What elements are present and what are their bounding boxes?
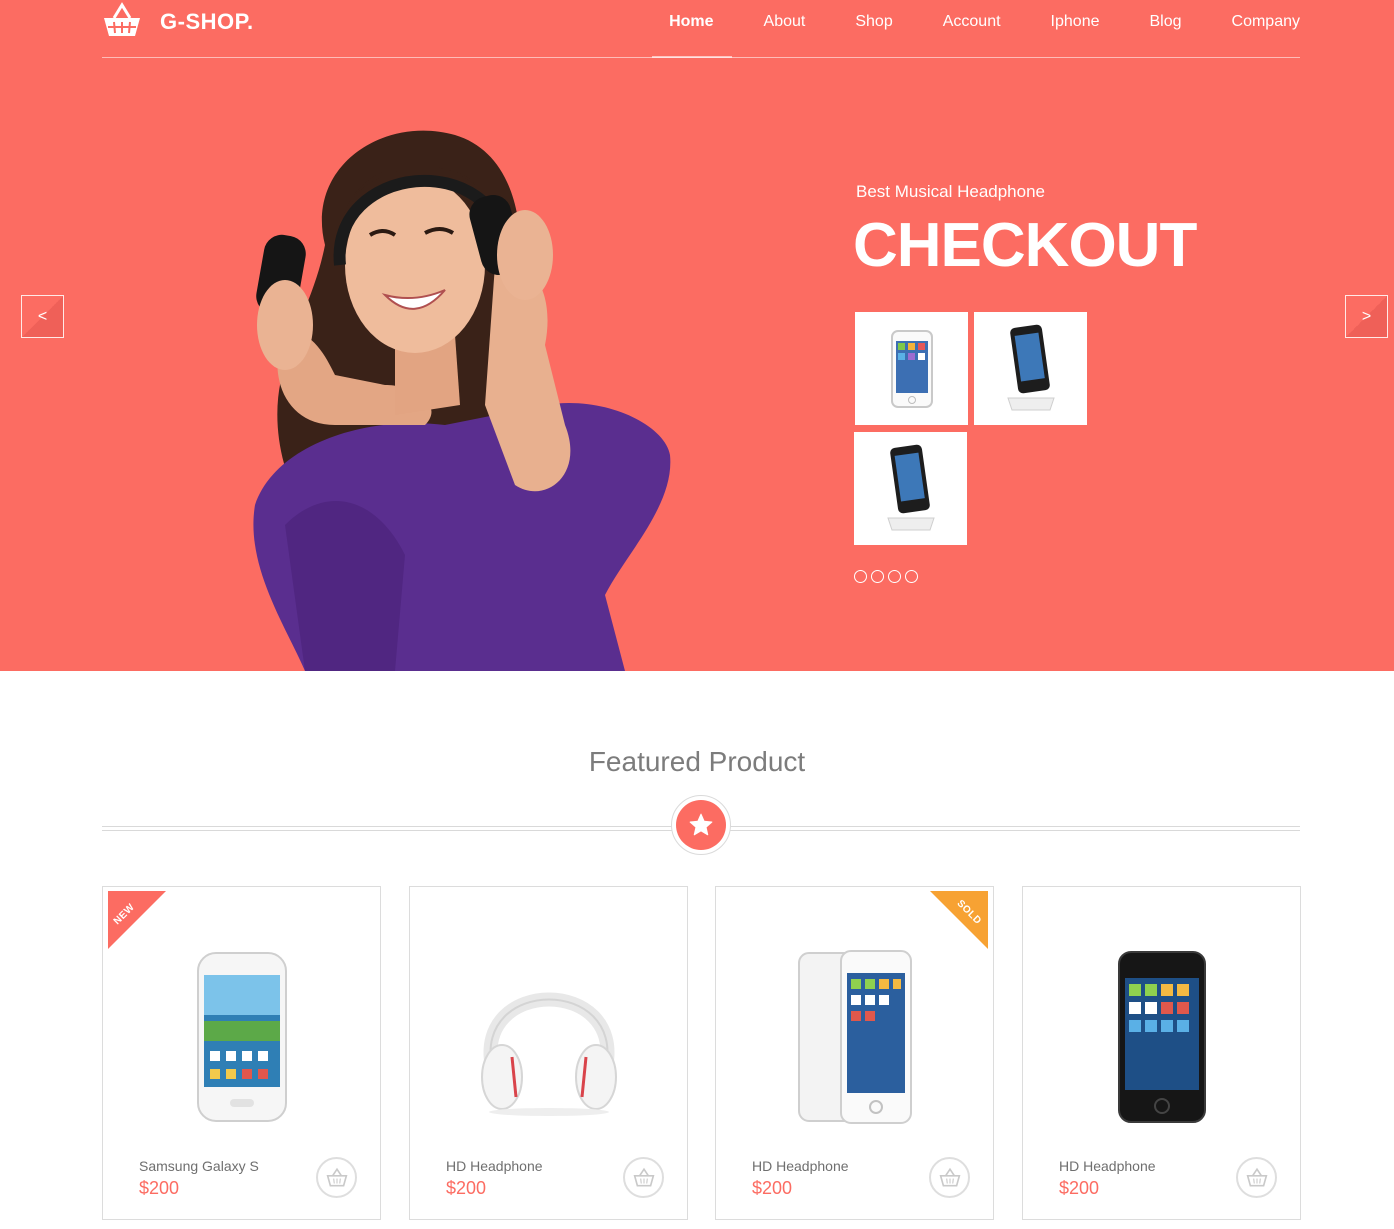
- product-card[interactable]: HD Headphone $200: [1022, 886, 1301, 1220]
- hero-slider: G-SHOP. Home About Shop Account Iphone B…: [0, 0, 1394, 671]
- product-price: $200: [752, 1178, 793, 1198]
- nav-home[interactable]: Home: [651, 0, 733, 58]
- product-card[interactable]: SOLD HD Headphone $200: [715, 886, 994, 1220]
- product-image-samsung-galaxy[interactable]: [103, 939, 380, 1134]
- slider-prev-button[interactable]: <: [21, 295, 64, 338]
- featured-badge: [671, 795, 731, 855]
- product-name[interactable]: HD Headphone: [1059, 1158, 1156, 1174]
- star-icon: [689, 813, 713, 836]
- chevron-left-icon: <: [37, 307, 48, 325]
- slide-title: CHECKOUT: [853, 211, 1197, 280]
- basket-icon: [1246, 1167, 1267, 1187]
- add-to-cart-button[interactable]: [316, 1157, 357, 1198]
- thumbnail-iphone-dock[interactable]: [974, 312, 1087, 425]
- add-to-cart-button[interactable]: [623, 1157, 664, 1198]
- nav-iphone[interactable]: Iphone: [1051, 0, 1100, 58]
- nav-shop[interactable]: Shop: [855, 0, 892, 58]
- product-price: $200: [446, 1178, 487, 1198]
- slide-subtitle: Best Musical Headphone: [856, 182, 1046, 201]
- nav-divider: [102, 57, 1300, 58]
- chevron-right-icon: >: [1361, 307, 1372, 325]
- product-image-black-iphone[interactable]: [1023, 939, 1300, 1134]
- nav-company[interactable]: Company: [1232, 0, 1300, 58]
- product-card[interactable]: HD Headphone $200: [409, 886, 688, 1220]
- basket-icon: [102, 2, 142, 42]
- slider-dots: [854, 570, 922, 583]
- nav-blog[interactable]: Blog: [1149, 0, 1181, 58]
- product-name[interactable]: Samsung Galaxy S: [139, 1158, 259, 1174]
- hero-image-woman-headphones: [245, 125, 675, 671]
- add-to-cart-button[interactable]: [929, 1157, 970, 1198]
- product-name[interactable]: HD Headphone: [446, 1158, 543, 1174]
- main-nav: Home About Shop Account Iphone Blog Comp…: [619, 0, 1300, 58]
- slider-dot-1[interactable]: [854, 570, 867, 583]
- basket-icon: [633, 1167, 654, 1187]
- slider-dot-3[interactable]: [888, 570, 901, 583]
- product-image-hd-headphone[interactable]: [410, 939, 687, 1134]
- slider-dot-2[interactable]: [871, 570, 884, 583]
- white-phone-icon: [890, 329, 933, 408]
- thumbnail-white-iphone[interactable]: [855, 312, 968, 425]
- product-card[interactable]: NEW Samsung Galaxy S $200: [102, 886, 381, 1220]
- slider-dot-4[interactable]: [905, 570, 918, 583]
- product-price: $200: [1059, 1178, 1100, 1198]
- basket-icon: [939, 1167, 960, 1187]
- product-price: $200: [139, 1178, 180, 1198]
- basket-icon: [326, 1167, 347, 1187]
- product-image-white-iphone[interactable]: [716, 939, 993, 1134]
- nav-about[interactable]: About: [764, 0, 806, 58]
- nav-account[interactable]: Account: [943, 0, 1001, 58]
- add-to-cart-button[interactable]: [1236, 1157, 1277, 1198]
- logo[interactable]: G-SHOP.: [102, 0, 254, 44]
- featured-title: Featured Product: [588, 746, 806, 777]
- product-name[interactable]: HD Headphone: [752, 1158, 849, 1174]
- phone-dock-icon: [886, 444, 935, 530]
- thumbnail-iphone-dock-2[interactable]: [854, 432, 967, 545]
- phone-dock-icon: [1006, 324, 1055, 410]
- slider-next-button[interactable]: >: [1345, 295, 1388, 338]
- brand-name: G-SHOP.: [160, 9, 254, 34]
